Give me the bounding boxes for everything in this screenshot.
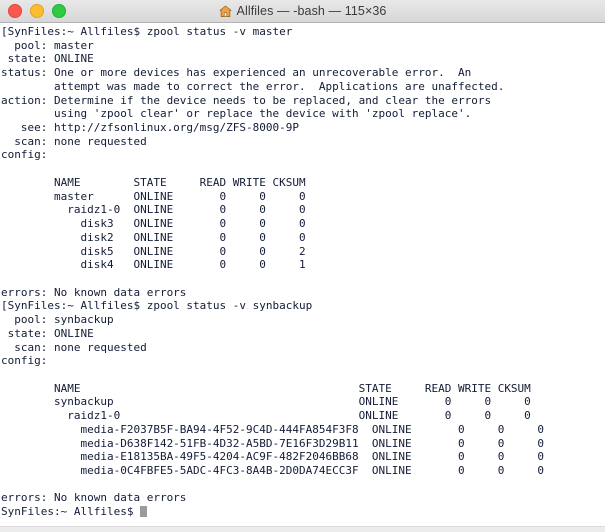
- terminal-window: Allfiles — -bash — 115×36 [SynFiles:~ Al…: [0, 0, 605, 532]
- window-titlebar[interactable]: Allfiles — -bash — 115×36: [0, 0, 605, 23]
- window-title-group: Allfiles — -bash — 115×36: [0, 0, 605, 22]
- window-title: Allfiles — -bash — 115×36: [236, 4, 387, 18]
- terminal-prompt-line[interactable]: SynFiles:~ Allfiles$: [1, 505, 605, 519]
- prompt-text: SynFiles:~ Allfiles$: [1, 505, 141, 519]
- minimize-button[interactable]: [30, 4, 44, 18]
- close-button[interactable]: [8, 4, 22, 18]
- home-icon: [219, 5, 231, 17]
- terminal-output: [SynFiles:~ Allfiles$ zpool status -v ma…: [1, 25, 545, 505]
- window-bottom-edge: [0, 526, 605, 532]
- text-cursor: [140, 505, 147, 518]
- terminal-screen[interactable]: [SynFiles:~ Allfiles$ zpool status -v ma…: [0, 23, 605, 532]
- maximize-button[interactable]: [52, 4, 66, 18]
- traffic-light-group: [8, 0, 66, 22]
